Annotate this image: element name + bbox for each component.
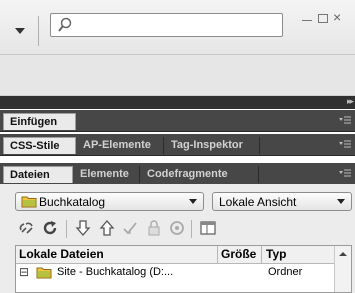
panel-menu-icon[interactable] [339, 115, 351, 125]
refresh-icon[interactable] [40, 218, 60, 238]
expand-panels-icon[interactable]: ▸▸ [347, 96, 354, 107]
column-header-size[interactable]: Größe [221, 247, 256, 261]
column-divider[interactable] [261, 246, 262, 263]
tab-elemente[interactable]: Elemente [74, 166, 140, 183]
tab-dateien[interactable]: Dateien [3, 166, 73, 183]
minimize-button[interactable] [302, 20, 312, 21]
checkout-icon[interactable] [120, 218, 140, 238]
file-name: Site - Buchkatalog (D:... [57, 266, 174, 278]
table-header: Lokale Dateien Größe Typ [16, 246, 351, 264]
file-type: Ordner [268, 266, 303, 278]
expand-icon[interactable] [198, 218, 218, 238]
panel-collapse-strip[interactable]: ▸▸ [0, 96, 355, 109]
tab-ap-elemente[interactable]: AP-Elemente [77, 137, 164, 154]
view-select-value: Lokale Ansicht [219, 195, 297, 209]
workspace-dropdown-arrow-icon[interactable] [14, 26, 26, 36]
maximize-button[interactable] [318, 14, 328, 23]
file-list-table: Lokale Dateien Größe Typ ⊟ Site - Buchka… [15, 245, 352, 293]
column-header-type[interactable]: Typ [266, 247, 286, 261]
document-area [0, 55, 355, 96]
search-icon [58, 17, 72, 32]
tab-einfuegen[interactable]: Einfügen [3, 113, 76, 130]
toolbar-separator [38, 16, 39, 46]
search-input[interactable] [50, 13, 283, 37]
panel-menu-icon[interactable] [339, 168, 351, 178]
toolbar-separator [191, 220, 192, 238]
chevron-down-icon [337, 199, 345, 204]
put-files-icon[interactable] [97, 218, 117, 238]
sync-icon[interactable] [167, 218, 187, 238]
application-toolbar: × [0, 0, 355, 55]
css-panel-header: CSS-Stile AP-Elemente Tag-Inspektor [0, 134, 355, 156]
site-folder-icon [36, 267, 52, 279]
panel-menu-icon[interactable] [339, 139, 351, 149]
view-select[interactable]: Lokale Ansicht [212, 192, 352, 211]
get-files-icon[interactable] [73, 218, 93, 238]
scroll-up-icon[interactable] [339, 251, 347, 257]
column-header-name[interactable]: Lokale Dateien [19, 247, 104, 261]
site-select-value: Buchkatalog [39, 195, 106, 209]
tab-tag-inspektor[interactable]: Tag-Inspektor [165, 137, 260, 154]
tree-collapse-icon[interactable]: ⊟ [19, 265, 29, 279]
close-button[interactable]: × [333, 9, 341, 25]
toolbar-separator [66, 220, 67, 238]
site-select[interactable]: Buchkatalog [15, 192, 204, 211]
files-panel-header: Dateien Elemente Codefragmente [0, 163, 355, 185]
vertical-scrollbar[interactable] [334, 246, 351, 292]
tab-css-stile[interactable]: CSS-Stile [3, 137, 76, 154]
tab-codefragmente[interactable]: Codefragmente [141, 166, 259, 183]
chevron-down-icon [189, 199, 197, 204]
column-divider[interactable] [217, 246, 218, 263]
site-folder-icon [21, 196, 37, 208]
checkin-icon[interactable] [144, 218, 164, 238]
table-row[interactable]: ⊟ Site - Buchkatalog (D:... Ordner [16, 265, 335, 281]
insert-panel-header: Einfügen [0, 110, 355, 132]
connect-icon[interactable] [17, 218, 37, 238]
